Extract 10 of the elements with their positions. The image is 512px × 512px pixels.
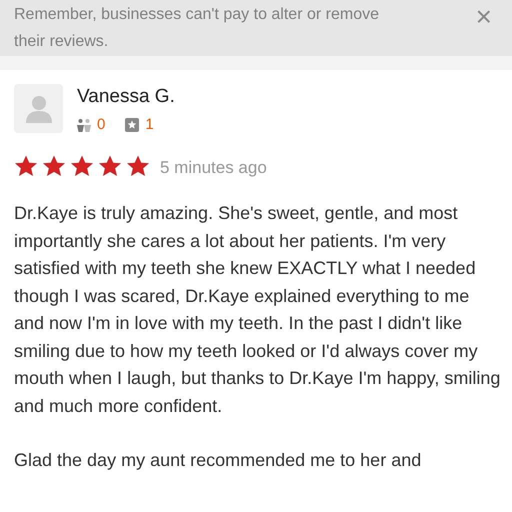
review-count: 1 (145, 115, 154, 135)
review-count-icon (125, 118, 140, 132)
friends-icon (77, 118, 91, 132)
person-icon (26, 94, 52, 122)
notice-text: Remember, businesses can't pay to alter or remove their reviews. (14, 5, 380, 52)
review-text: Glad the day my aunt recommended me to her and (14, 449, 422, 472)
review-time: 5 minutes ago (160, 156, 267, 178)
friends-count: 0 (97, 115, 106, 135)
author-name[interactable]: Vanessa G. (77, 85, 175, 109)
review-text: Dr.Kaye is truly amazing. She's sweet, gentle, and most importantly she cares a lot about her patients. I'm very satisfied with my teeth she knew EXACTLY what I needed though I was scared, Dr.Kaye explained everything to me and now I'm in love with my teeth. In the past I didn't like smiling due to how my teeth looked or I'd always cover my mouth when I laugh, but thanks to Dr.Kaye I'm happy, smiling and much more confident. (14, 202, 502, 418)
